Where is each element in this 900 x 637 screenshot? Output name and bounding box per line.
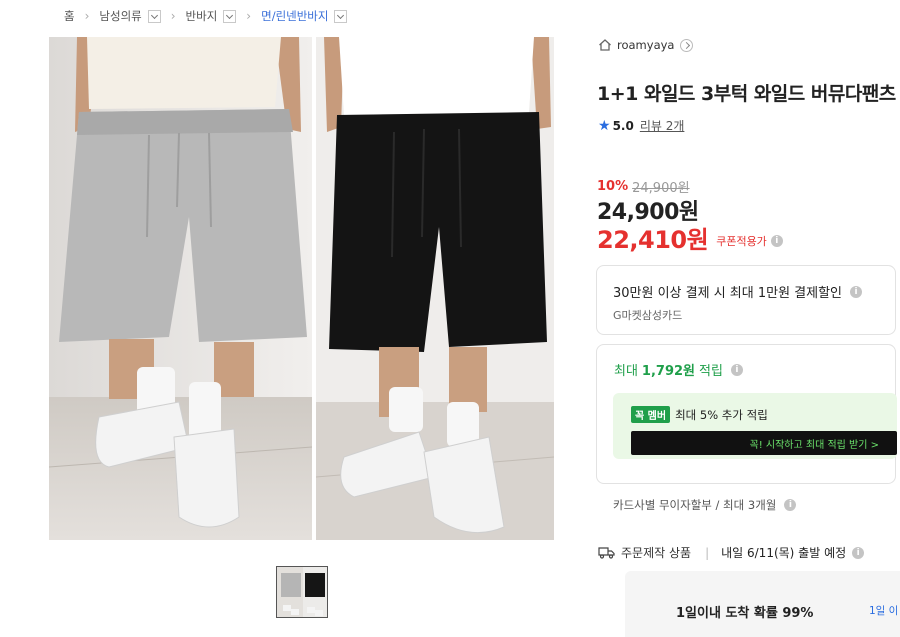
rating-score: 5.0 [612, 118, 634, 133]
shipping-divider: | [705, 545, 710, 560]
breadcrumb-separator: › [246, 9, 252, 23]
seller-link[interactable]: roamyaya [598, 38, 694, 52]
review-count-link[interactable]: 리뷰 2개 [640, 117, 685, 134]
info-icon[interactable]: i [770, 234, 783, 247]
thumbnail-photo [277, 567, 327, 617]
points-suffix: 적립 [699, 364, 723, 379]
membership-join-button[interactable]: 꼭! 시작하고 최대 적립 받기 > [631, 431, 897, 455]
breadcrumb-category-1[interactable]: 남성의류 [99, 8, 161, 24]
membership-logo: 꼭 멤버 [631, 406, 671, 423]
star-icon: ★ [598, 117, 611, 134]
membership-promo: 꼭 멤버 최대 5% 추가 적립 꼭! 시작하고 최대 적립 받기 > [613, 393, 897, 459]
product-thumbnail[interactable] [276, 566, 328, 618]
chevron-down-icon[interactable] [147, 9, 161, 23]
breadcrumb-separator: › [84, 9, 90, 23]
truck-icon [598, 547, 615, 559]
membership-text: 최대 5% 추가 적립 [675, 407, 768, 422]
card-discount-box: 30만원 이상 결제 시 최대 1만원 결제할인 i G마켓삼성카드 [596, 265, 896, 335]
product-main-image[interactable] [49, 37, 554, 540]
card-discount-headline: 30만원 이상 결제 시 최대 1만원 결제할인 i [613, 282, 863, 301]
arrival-probability-box: 1일이내 도착 확률 99% 1일 이 [625, 571, 900, 637]
points-amount: 1,792원 [641, 364, 696, 379]
home-icon [599, 39, 611, 51]
seller-name[interactable]: roamyaya [617, 38, 674, 52]
breadcrumb-separator: › [170, 9, 176, 23]
points-box: 최대 1,792원 적립 i 꼭 멤버 최대 5% 추가 적립 꼭! 시작하고 … [596, 344, 897, 484]
product-photo [49, 37, 554, 540]
info-icon[interactable]: i [850, 285, 863, 298]
discount-percent: 10% [597, 179, 629, 194]
chevron-down-icon[interactable] [334, 9, 348, 23]
coupon-price: 22,410원 [597, 226, 709, 254]
info-icon[interactable]: i [852, 546, 865, 559]
info-icon[interactable]: i [730, 363, 743, 376]
breadcrumb-label[interactable]: 면/린넨반바지 [261, 8, 328, 24]
shipping-eta: 내일 6/11(목) 출발 예정 [721, 546, 847, 560]
info-icon[interactable]: i [784, 499, 797, 511]
shipping-row: 주문제작 상품 | 내일 6/11(목) 출발 예정 i [598, 544, 865, 561]
breadcrumb: 홈 › 남성의류 › 반바지 › 면/린넨반바지 [64, 6, 348, 26]
membership-row: 꼭 멤버 최대 5% 추가 적립 [631, 406, 768, 423]
rating-row: ★ 5.0 리뷰 2개 [598, 117, 684, 134]
breadcrumb-label[interactable]: 반바지 [186, 8, 218, 24]
shipping-kind: 주문제작 상품 [621, 546, 692, 560]
breadcrumb-label[interactable]: 남성의류 [99, 8, 141, 24]
arrival-probability-text: 1일이내 도착 확률 99% [676, 606, 814, 621]
installment-info: 카드사별 무이자할부 / 최대 3개월 i [613, 497, 797, 513]
breadcrumb-home-label[interactable]: 홈 [64, 8, 75, 24]
coupon-label: 쿠폰적용가 [716, 234, 767, 248]
chevron-down-icon[interactable] [223, 9, 237, 23]
card-discount-text: 30만원 이상 결제 시 최대 1만원 결제할인 [613, 286, 843, 301]
arrival-detail-link[interactable]: 1일 이 [869, 603, 898, 618]
chevron-right-icon[interactable] [680, 38, 694, 52]
installment-text: 카드사별 무이자할부 / 최대 3개월 [613, 498, 777, 512]
breadcrumb-home[interactable]: 홈 [64, 8, 75, 24]
breadcrumb-category-3[interactable]: 면/린넨반바지 [261, 8, 348, 24]
product-title: 1+1 와일드 3부턱 와일드 버뮤다팬츠 밀 [597, 83, 900, 105]
coupon-price-row: 22,410원 쿠폰적용가 i [597, 220, 783, 255]
card-name: G마켓삼성카드 [613, 309, 683, 322]
breadcrumb-category-2[interactable]: 반바지 [186, 8, 237, 24]
points-prefix: 최대 [614, 364, 638, 379]
points-headline: 최대 1,792원 적립 i [614, 360, 743, 379]
